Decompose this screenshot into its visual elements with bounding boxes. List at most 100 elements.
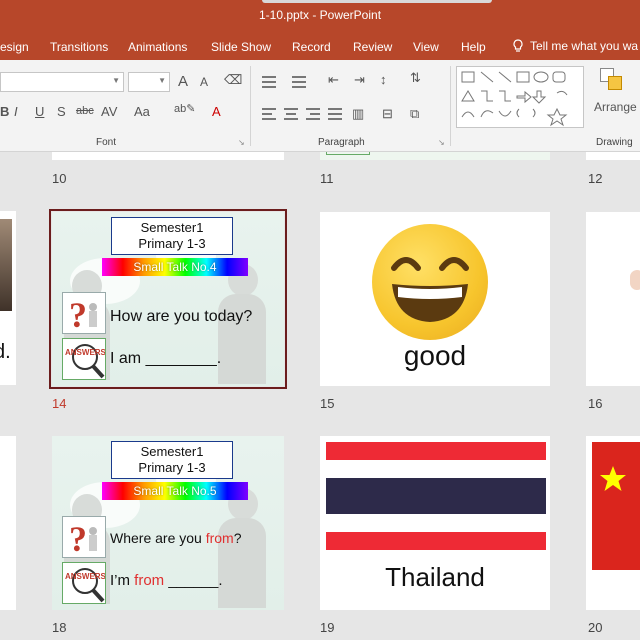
- slide-thumbnail-14[interactable]: Semester1 Primary 1-3 Small Talk No.4 ? …: [52, 212, 284, 386]
- tab-design[interactable]: esign: [0, 40, 29, 54]
- tab-view[interactable]: View: [413, 40, 439, 54]
- font-size-combo[interactable]: ▼: [128, 72, 170, 92]
- shadow-button[interactable]: S: [57, 104, 66, 119]
- slide-number: 16: [588, 396, 603, 411]
- ribbon: ▼ ▼ A A ⌫ B I U S abc AV Aa ab✎ A Font ↘…: [0, 60, 640, 152]
- rainbow-banner: Small Talk No.5: [102, 482, 248, 500]
- separator: [450, 66, 451, 146]
- tell-me-box[interactable]: Tell me what you wa: [512, 39, 638, 53]
- shapes-gallery[interactable]: [456, 66, 584, 128]
- tell-me-label: Tell me what you wa: [530, 39, 639, 53]
- tab-slide-show[interactable]: Slide Show: [211, 40, 271, 54]
- drawing-group-label: Drawing: [596, 137, 633, 148]
- decrease-indent-icon[interactable]: ⇤: [328, 72, 339, 88]
- smiling-emoji-icon: [372, 224, 488, 340]
- slide-thumbnail-18[interactable]: Semester1 Primary 1-3 Small Talk No.5 ? …: [52, 436, 284, 610]
- slide-number: 12: [588, 171, 603, 186]
- lightbulb-icon: [513, 39, 523, 52]
- slide-number: 10: [52, 171, 67, 186]
- tab-review[interactable]: Review: [353, 40, 392, 54]
- slide-thumbnail-10[interactable]: [52, 152, 284, 160]
- rainbow-banner: Small Talk No.4: [102, 258, 248, 276]
- strikethrough-button[interactable]: abc: [76, 105, 94, 117]
- separator: [250, 66, 251, 146]
- slide-thumbnail-11[interactable]: [320, 152, 550, 160]
- clear-formatting-icon[interactable]: ⌫: [224, 72, 242, 88]
- shapes-icon: [461, 71, 568, 127]
- caption: Thailand: [385, 562, 485, 592]
- slide-number: 20: [588, 620, 603, 635]
- slide-thumbnail-20[interactable]: [586, 436, 640, 610]
- caption: good: [403, 340, 467, 371]
- increase-indent-icon[interactable]: ⇥: [354, 72, 365, 88]
- chevron-down-icon: ▼: [112, 76, 120, 85]
- slide-text: d.: [0, 341, 11, 363]
- arrange-icon[interactable]: [598, 66, 628, 92]
- bold-button[interactable]: B: [0, 104, 9, 119]
- underline-button[interactable]: U: [35, 104, 44, 119]
- slide-thumbnail-19[interactable]: Thailand: [320, 436, 550, 610]
- slide-number: 15: [320, 396, 335, 411]
- align-text-icon[interactable]: ⊟: [382, 106, 393, 122]
- question-post: ?: [233, 530, 242, 546]
- slide-thumbnail-17[interactable]: [0, 436, 16, 610]
- slide-number: 19: [320, 620, 335, 635]
- search-box[interactable]: [262, 0, 492, 3]
- ribbon-tabs: esign Transitions Animations Slide Show …: [0, 34, 640, 60]
- window-title: 1-10.pptx - PowerPoint: [258, 8, 382, 22]
- font-dialog-launcher-icon[interactable]: ↘: [238, 138, 245, 147]
- hand-image: [630, 270, 640, 290]
- question-text: Where are you from?: [110, 530, 242, 546]
- font-color-button[interactable]: A: [212, 104, 221, 119]
- tab-transitions[interactable]: Transitions: [50, 40, 108, 54]
- shrink-font-button[interactable]: A: [200, 75, 208, 89]
- question-pre: Where are you: [110, 530, 206, 546]
- text-direction-icon[interactable]: ⇅: [410, 70, 421, 86]
- answer-text: I’m from ______.: [110, 572, 223, 589]
- semester-line: Semester1: [140, 220, 204, 235]
- svg-text:?: ?: [69, 295, 87, 333]
- grade-line: Primary 1-3: [138, 460, 206, 475]
- slide-thumbnail-15[interactable]: good: [320, 212, 550, 386]
- paragraph-dialog-launcher-icon[interactable]: ↘: [438, 138, 445, 147]
- slide-number: 14: [52, 396, 67, 411]
- arrange-button[interactable]: Arrange: [594, 100, 637, 114]
- vietnam-flag-icon: [592, 442, 640, 570]
- semester-box: Semester1 Primary 1-3: [111, 217, 233, 255]
- answers-icon-text: ANSWERS: [65, 348, 105, 357]
- grade-line: Primary 1-3: [138, 236, 206, 251]
- slide-thumbnail-13[interactable]: d.: [0, 211, 16, 385]
- answers-magnifier-icon: ANSWERS: [62, 562, 107, 604]
- tab-help[interactable]: Help: [461, 40, 486, 54]
- slide-number: 11: [320, 171, 334, 186]
- line-spacing-icon[interactable]: ↕: [380, 72, 387, 87]
- grow-font-button[interactable]: A: [178, 73, 188, 90]
- chevron-down-icon: ▼: [158, 76, 166, 85]
- slide-thumbnail-12[interactable]: [586, 152, 640, 160]
- slide-number: 18: [52, 620, 67, 635]
- smartart-icon[interactable]: ⧉: [410, 106, 419, 122]
- semester-line: Semester1: [140, 444, 204, 459]
- highlight-icon[interactable]: ab✎: [174, 102, 195, 115]
- font-group-label: Font: [96, 137, 117, 148]
- tab-record[interactable]: Record: [292, 40, 331, 54]
- columns-icon[interactable]: ▥: [352, 106, 364, 122]
- italic-button[interactable]: I: [14, 104, 18, 119]
- question-mark-icon: ?: [62, 292, 106, 335]
- slide-thumbnail-16[interactable]: [586, 212, 640, 386]
- char-spacing-button[interactable]: AV: [101, 104, 117, 119]
- answer-text: I am ________.: [110, 350, 222, 367]
- photo-image: [0, 219, 12, 311]
- tab-animations[interactable]: Animations: [128, 40, 187, 54]
- title-bar: 1-10.pptx - PowerPoint: [0, 0, 640, 34]
- answer-pre: I’m: [110, 572, 135, 589]
- question-text: How are you today?: [110, 308, 253, 325]
- slide-sorter: 10 11 12 d. Semester1 Primary 1-3 Small …: [0, 152, 640, 640]
- paragraph-group-label: Paragraph: [318, 137, 365, 148]
- change-case-button[interactable]: Aa: [134, 104, 150, 119]
- font-name-combo[interactable]: ▼: [0, 72, 124, 92]
- answers-magnifier-icon: ANSWERS: [62, 338, 107, 380]
- answer-post: ______.: [164, 572, 223, 589]
- question-mark-icon: ?: [62, 516, 106, 559]
- svg-text:?: ?: [69, 519, 87, 557]
